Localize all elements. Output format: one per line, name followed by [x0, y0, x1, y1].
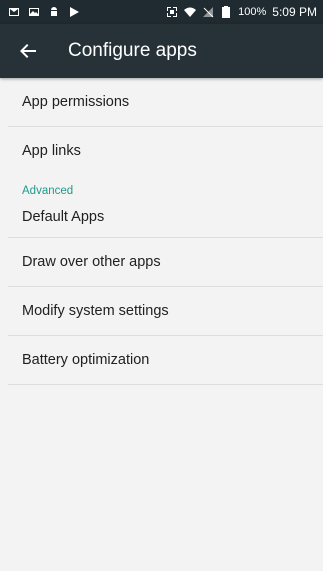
- mail-icon: [8, 6, 20, 18]
- no-signal-icon: [202, 6, 214, 18]
- screenshot-icon: [166, 6, 178, 18]
- settings-list: App permissions App links Advanced Defau…: [0, 78, 323, 385]
- system-icons: 100% 5:09 PM: [166, 5, 323, 19]
- battery-icon: [220, 6, 232, 18]
- image-icon: [28, 6, 40, 18]
- draw-over-other-apps-item[interactable]: Draw over other apps: [0, 238, 323, 286]
- status-bar: 100% 5:09 PM: [0, 0, 323, 24]
- battery-optimization-item[interactable]: Battery optimization: [0, 336, 323, 384]
- app-links-item[interactable]: App links: [0, 127, 323, 175]
- section-header-advanced: Advanced: [22, 185, 74, 197]
- divider: [8, 384, 323, 385]
- clock: 5:09 PM: [272, 5, 317, 19]
- app-bar: Configure apps: [0, 24, 323, 78]
- battery-percent: 100%: [238, 6, 267, 18]
- play-store-icon: [68, 6, 80, 18]
- modify-system-settings-item[interactable]: Modify system settings: [0, 287, 323, 335]
- app-permissions-item[interactable]: App permissions: [0, 78, 323, 126]
- page-title: Configure apps: [68, 40, 197, 61]
- wifi-icon: [184, 6, 197, 18]
- default-apps-item[interactable]: Default Apps: [0, 197, 323, 237]
- back-arrow-icon[interactable]: [18, 41, 38, 61]
- android-icon: [48, 6, 60, 18]
- notification-icons: [0, 6, 80, 18]
